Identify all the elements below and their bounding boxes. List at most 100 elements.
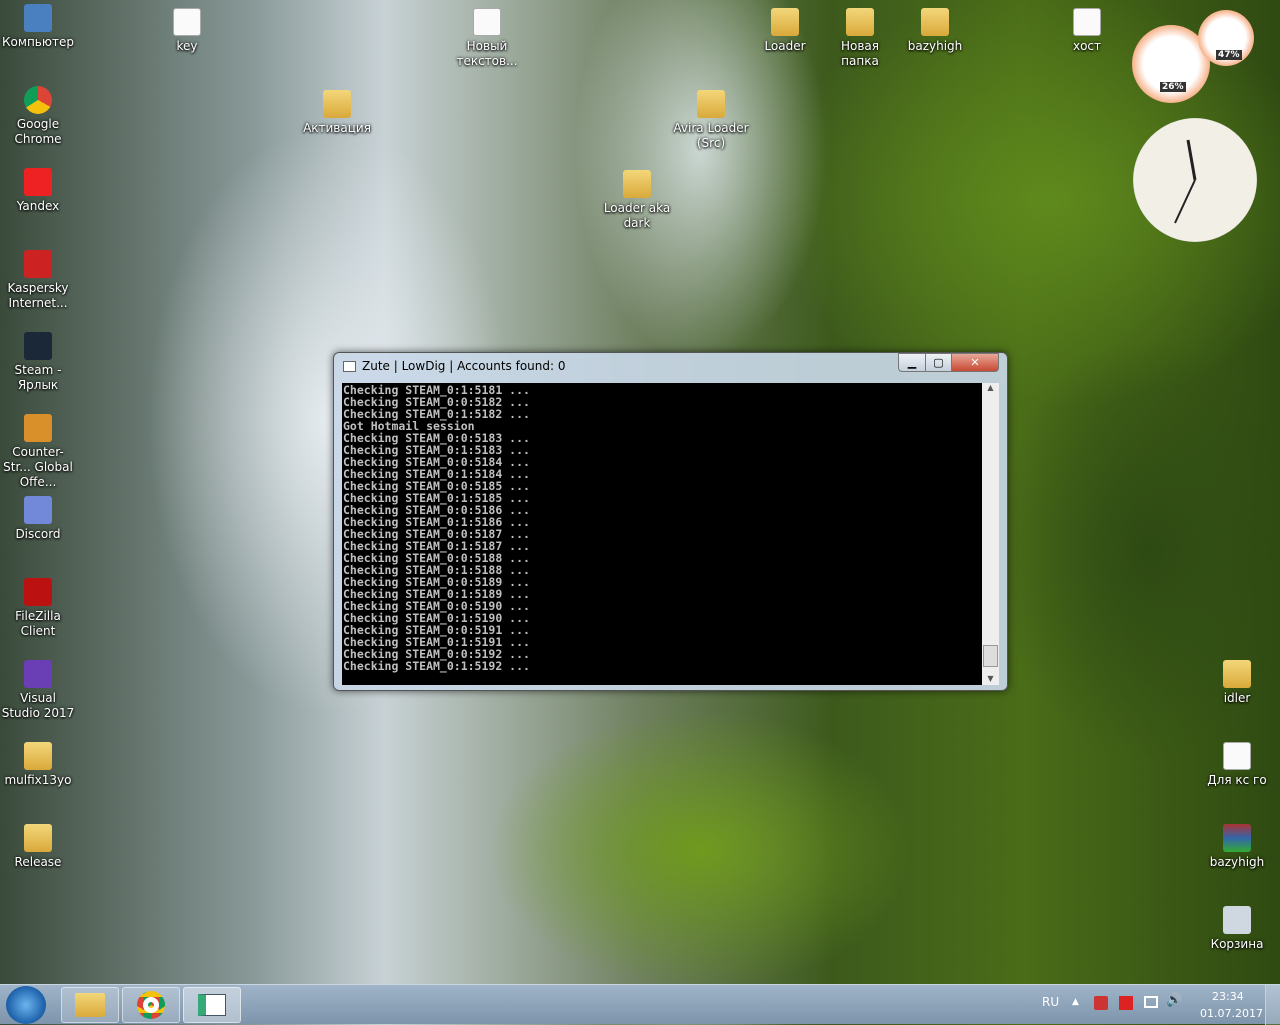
desktop-icon-label: Kaspersky Internet... — [7, 281, 69, 310]
desktop-icon-yandex[interactable]: Yandex — [0, 168, 76, 214]
console-output[interactable]: Checking STEAM_0:1:5181 ... Checking STEA… — [342, 383, 982, 685]
desktop-icon-folder[interactable]: Avira Loader (Src) — [673, 90, 749, 151]
start-button[interactable] — [6, 986, 46, 1024]
taskbar-chrome[interactable] — [122, 987, 180, 1023]
action-center-flag-icon[interactable] — [1094, 996, 1108, 1010]
desktop-icon-label: Loader — [764, 39, 806, 53]
kaspersky-tray-icon[interactable] — [1119, 996, 1133, 1010]
clock-time[interactable]: 23:34 — [1212, 990, 1244, 1003]
tray-expand-icon[interactable]: ▲ — [1072, 997, 1079, 1007]
folder-icon — [921, 8, 949, 36]
folder-icon — [24, 742, 52, 770]
minimize-button[interactable]: ▁ — [898, 353, 926, 372]
file-icon — [473, 8, 501, 36]
clock-hands-icon — [1174, 139, 1197, 224]
desktop-icon-chrome[interactable]: Google Chrome — [0, 86, 76, 147]
csgo-icon — [24, 414, 52, 442]
desktop-icon-archive[interactable]: bazyhigh — [1199, 824, 1275, 870]
desktop-icon-recycle[interactable]: Корзина — [1199, 906, 1275, 952]
desktop-icon-folder[interactable]: Loader aka dark — [599, 170, 675, 231]
desktop-icon-label: Visual Studio 2017 — [1, 691, 75, 720]
scroll-thumb[interactable] — [983, 645, 998, 667]
ram-percent: 47% — [1216, 50, 1242, 60]
folder-icon — [24, 824, 52, 852]
desktop-icon-csgo[interactable]: Counter-Str... Global Offe... — [0, 414, 76, 490]
desktop-icon-label: Для кс го — [1207, 773, 1267, 787]
folder-icon — [323, 90, 351, 118]
desktop-icon-kaspersky[interactable]: Kaspersky Internet... — [0, 250, 76, 311]
desktop-icon-folder[interactable]: Loader — [747, 8, 823, 54]
scrollbar[interactable]: ▲ ▼ — [982, 383, 999, 685]
folder-icon — [697, 90, 725, 118]
desktop-icon-folder[interactable]: Активация — [299, 90, 375, 136]
scroll-up-arrow[interactable]: ▲ — [982, 383, 999, 392]
desktop-icon-label: Loader aka dark — [603, 201, 671, 230]
desktop-icon-label: Yandex — [16, 199, 60, 213]
filezilla-icon — [24, 578, 52, 606]
volume-icon[interactable]: 🔊 — [1166, 993, 1182, 1008]
desktop-icon-file[interactable]: Для кс го — [1199, 742, 1275, 788]
desktop-icon-label: idler — [1223, 691, 1251, 705]
folder-icon — [1223, 660, 1251, 688]
desktop-icon-folder[interactable]: idler — [1199, 660, 1275, 706]
desktop-icon-discord[interactable]: Discord — [0, 496, 76, 542]
chrome-icon — [24, 86, 52, 114]
console-icon — [198, 994, 226, 1016]
desktop-icon-file[interactable]: хост — [1049, 8, 1125, 54]
desktop-icon-label: Google Chrome — [14, 117, 62, 146]
computer-icon — [24, 4, 52, 32]
desktop-icon-folder[interactable]: Release — [0, 824, 76, 870]
desktop-icon-filezilla[interactable]: FileZilla Client — [0, 578, 76, 639]
desktop-icon-label: хост — [1072, 39, 1102, 53]
desktop-icon-label: bazyhigh — [1209, 855, 1265, 869]
desktop-icon-label: Компьютер — [2, 35, 74, 49]
desktop-icon-file[interactable]: key — [149, 8, 225, 54]
clock-gadget[interactable] — [1133, 118, 1257, 242]
desktop-icon-vs[interactable]: Visual Studio 2017 — [0, 660, 76, 721]
desktop-icon-steam[interactable]: Steam - Ярлык — [0, 332, 76, 393]
yandex-icon — [24, 168, 52, 196]
desktop-icon-label: Discord — [15, 527, 61, 541]
file-icon — [1223, 742, 1251, 770]
folder-icon — [846, 8, 874, 36]
console-line: Checking STEAM_0:1:5192 ... — [343, 659, 530, 673]
taskbar: RU ▲ 🔊 23:34 01.07.2017 — [0, 984, 1280, 1025]
desktop-icon-label: Новая папка — [840, 39, 879, 68]
file-icon — [173, 8, 201, 36]
chrome-icon — [137, 991, 165, 1019]
desktop-icon-label: bazyhigh — [907, 39, 963, 53]
desktop-icon-computer[interactable]: Компьютер — [0, 4, 76, 50]
desktop-icon-label: key — [176, 39, 198, 53]
folder-icon — [623, 170, 651, 198]
desktop-icon-folder[interactable]: mulfix13yo — [0, 742, 76, 788]
language-indicator[interactable]: RU — [1042, 995, 1059, 1009]
discord-icon — [24, 496, 52, 524]
desktop-icon-label: Активация — [303, 121, 371, 135]
recycle-icon — [1223, 906, 1251, 934]
scroll-down-arrow[interactable]: ▼ — [982, 674, 999, 683]
steam-icon — [24, 332, 52, 360]
show-desktop-button[interactable] — [1265, 985, 1280, 1025]
clock-date[interactable]: 01.07.2017 — [1200, 1007, 1263, 1020]
desktop-icon-label: Корзина — [1210, 937, 1264, 951]
close-button[interactable]: ✕ — [951, 353, 999, 372]
desktop-icon-label: Counter-Str... Global Offe... — [3, 445, 73, 489]
desktop-icon-label: Avira Loader (Src) — [673, 121, 749, 150]
network-icon[interactable] — [1144, 996, 1158, 1008]
console-app-icon — [343, 361, 356, 372]
desktop-icon-label: mulfix13yo — [4, 773, 72, 787]
window-title: Zute | LowDig | Accounts found: 0 — [362, 359, 566, 373]
desktop-icon-file[interactable]: Новый текстов... — [449, 8, 525, 69]
file-icon — [1073, 8, 1101, 36]
desktop-icon-label: Steam - Ярлык — [14, 363, 62, 392]
desktop-icon-label: FileZilla Client — [15, 609, 61, 638]
folder-icon — [75, 993, 105, 1017]
desktop-icon-label: Новый текстов... — [456, 39, 518, 68]
maximize-button[interactable]: ▢ — [925, 353, 952, 372]
console-window[interactable]: Zute | LowDig | Accounts found: 0 ▁ ▢ ✕ … — [333, 352, 1008, 691]
desktop-icon-folder[interactable]: Новая папка — [822, 8, 898, 69]
taskbar-console[interactable] — [183, 987, 241, 1023]
desktop-icon-folder[interactable]: bazyhigh — [897, 8, 973, 54]
folder-icon — [771, 8, 799, 36]
taskbar-explorer[interactable] — [61, 987, 119, 1023]
